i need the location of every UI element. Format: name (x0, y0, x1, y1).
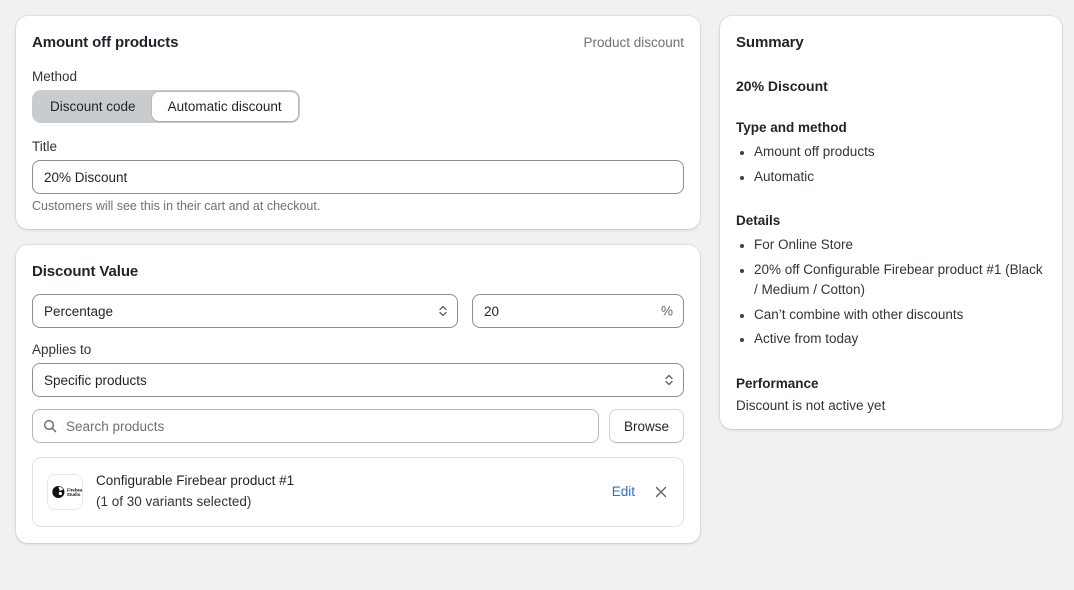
summary-section-type-and-method: Type and method Amount off products Auto… (736, 120, 1046, 187)
edit-product-link[interactable]: Edit (612, 484, 635, 499)
summary-title: Summary (736, 34, 804, 51)
performance-heading: Performance (736, 375, 819, 391)
title-field-label: Title (32, 139, 58, 154)
main-column: Amount off products Product discount Met… (16, 16, 700, 574)
summary-section-list: For Online Store 20% off Configurable Fi… (736, 235, 1046, 350)
list-item: Automatic (754, 167, 1046, 188)
title-help-text: Customers will see this in their cart an… (32, 199, 321, 213)
close-icon[interactable] (653, 484, 669, 500)
title-input[interactable] (32, 160, 684, 194)
value-type-select[interactable]: Percentage (32, 294, 458, 328)
value-type-select-wrapper: Percentage (32, 294, 458, 328)
search-input[interactable] (32, 409, 599, 443)
list-item: Amount off products (754, 142, 1046, 163)
page-title: Amount off products (32, 34, 179, 51)
title-input-wrapper (32, 160, 684, 194)
list-item: Active from today (754, 329, 1046, 350)
list-item: Can’t combine with other discounts (754, 305, 1046, 326)
list-item: For Online Store (754, 235, 1046, 256)
discount-amount-wrapper: % (472, 294, 684, 328)
search-input-wrapper (32, 409, 599, 443)
amount-off-products-card: Amount off products Product discount Met… (16, 16, 700, 229)
value-row: Percentage % (32, 294, 684, 328)
product-search-row: Browse (32, 409, 684, 443)
discount-value-card: Discount Value Percentage % Applies to (16, 245, 700, 543)
list-item: 20% off Configurable Firebear product #1… (754, 260, 1046, 301)
product-text: Configurable Firebear product #1 (1 of 3… (96, 471, 599, 513)
summary-card: Summary 20% Discount Type and method Amo… (720, 16, 1062, 429)
method-label: Method (32, 69, 78, 84)
summary-column: Summary 20% Discount Type and method Amo… (720, 16, 1062, 574)
discount-value-title: Discount Value (32, 263, 139, 280)
applies-to-label: Applies to (32, 342, 92, 357)
summary-section-performance: Performance Discount is not active yet (736, 376, 1046, 413)
product-name: Configurable Firebear product #1 (96, 473, 295, 488)
discount-type-label: Product discount (583, 35, 684, 50)
product-thumbnail: Firebear Studio (47, 473, 83, 510)
applies-to-select-wrapper: Specific products (32, 363, 684, 397)
product-variant-count: (1 of 30 variants selected) (96, 493, 252, 509)
method-option-automatic-discount[interactable]: Automatic discount (151, 92, 298, 121)
summary-section-heading: Type and method (736, 120, 847, 135)
method-option-discount-code[interactable]: Discount code (34, 92, 152, 121)
summary-section-details: Details For Online Store 20% off Configu… (736, 213, 1046, 350)
list-item: Firebear Studio Configurable Firebear pr… (33, 458, 683, 526)
product-actions: Edit (612, 484, 669, 500)
summary-discount-name: 20% Discount (736, 78, 828, 94)
discount-amount-input[interactable] (472, 294, 684, 328)
card-header: Amount off products Product discount (32, 34, 684, 51)
discount-editor-page: Amount off products Product discount Met… (0, 0, 1074, 590)
summary-section-heading: Details (736, 213, 781, 229)
performance-status-text: Discount is not active yet (736, 397, 886, 413)
method-segmented-control[interactable]: Discount code Automatic discount (32, 90, 300, 123)
applies-to-select[interactable]: Specific products (32, 363, 684, 397)
firebear-studio-logo-icon: Firebear Studio (52, 485, 82, 498)
selected-products-list: Firebear Studio Configurable Firebear pr… (32, 457, 684, 527)
browse-button[interactable]: Browse (608, 409, 684, 443)
summary-section-list: Amount off products Automatic (736, 142, 1046, 187)
svg-text:Studio: Studio (67, 492, 81, 497)
